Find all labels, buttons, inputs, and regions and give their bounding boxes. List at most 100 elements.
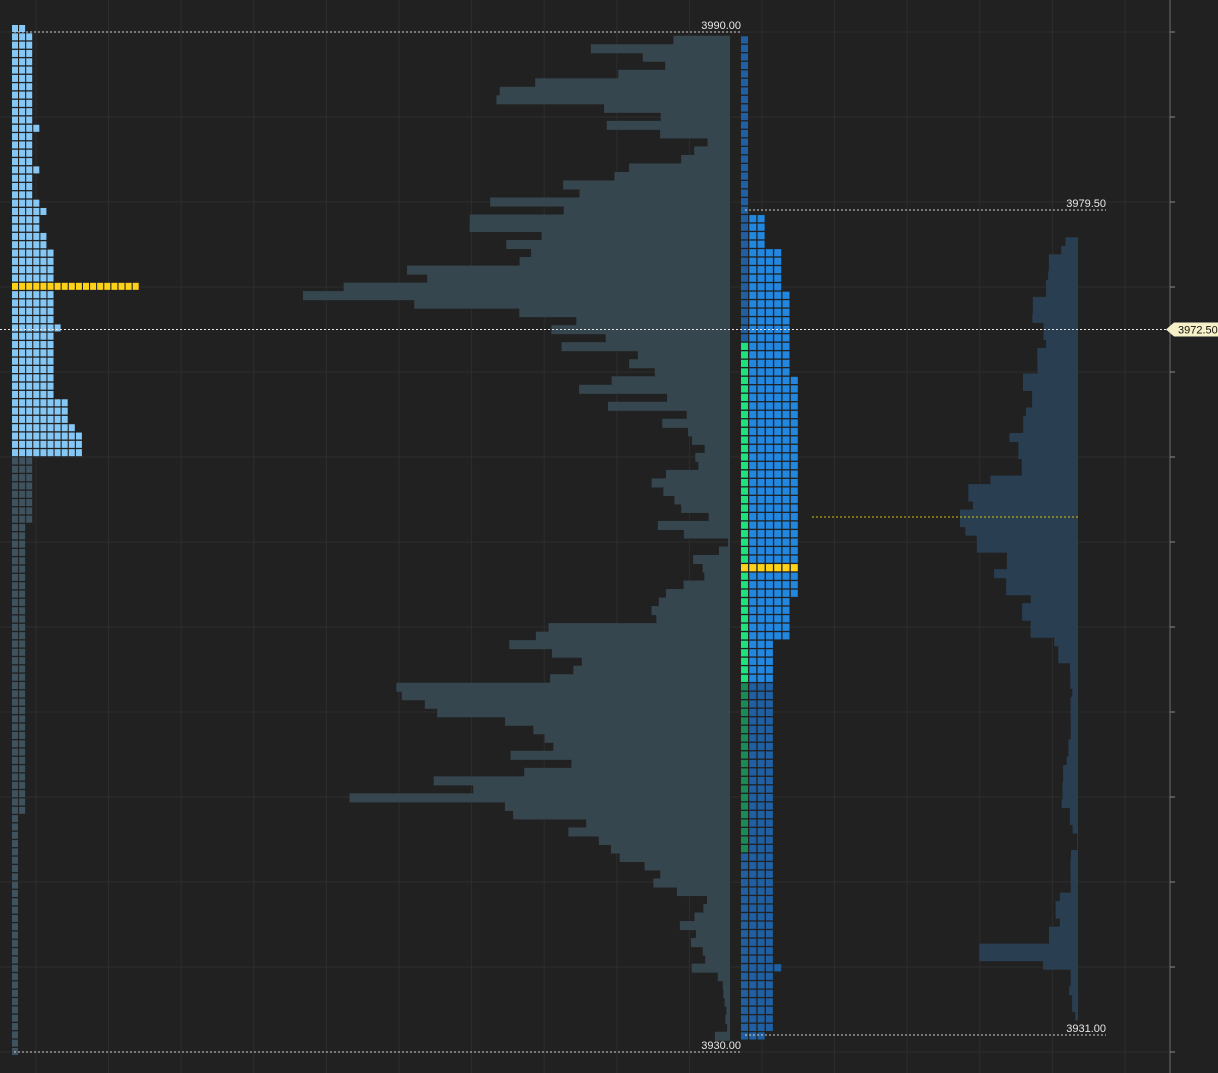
- tpo-block: [19, 615, 26, 623]
- center-tpo-block: [757, 657, 765, 665]
- center-tpo-block: [741, 896, 748, 904]
- center-tpo-block: [741, 776, 748, 785]
- delta-profile-bar: [1069, 816, 1078, 826]
- tpo-block: [19, 316, 26, 324]
- center-tpo-block: [774, 291, 782, 299]
- center-tpo-block: [782, 572, 790, 580]
- center-tpo-block: [757, 606, 765, 614]
- chart-canvas[interactable]: 3990.00 3930.00 3979.50 3931.00 3972.50: [0, 0, 1218, 1073]
- delta-profile-bar: [1022, 611, 1078, 621]
- center-tpo-block: [790, 478, 798, 487]
- center-tpo-block: [741, 78, 748, 87]
- center-tpo-block: [765, 581, 773, 589]
- center-tpo-block: [757, 487, 765, 495]
- volume-profile-bar: [657, 520, 730, 530]
- tpo-block: [33, 366, 40, 373]
- center-tpo-block: [749, 461, 757, 470]
- volume-profile-bar: [473, 784, 730, 794]
- tpo-block: [12, 33, 18, 41]
- volume-profile-bar: [396, 682, 730, 692]
- center-tpo-block: [757, 887, 765, 895]
- tpo-block: [26, 465, 33, 473]
- center-tpo-block: [749, 402, 757, 410]
- tpo-block: [19, 465, 26, 473]
- center-tpo-block: [741, 649, 748, 657]
- center-tpo-block: [790, 427, 798, 436]
- center-tpo-block: [741, 742, 748, 751]
- center-tpo-block: [782, 419, 790, 427]
- volume-profile-bar: [552, 648, 730, 658]
- center-tpo-block: [790, 521, 798, 529]
- tpo-block: [33, 299, 40, 307]
- volume-profile-bar: [519, 308, 730, 318]
- center-tpo-block: [749, 436, 757, 444]
- center-tpo-block: [749, 470, 757, 478]
- center-tpo-block: [741, 478, 748, 487]
- center-tpo-block: [757, 615, 765, 623]
- center-tpo-block: [741, 683, 748, 691]
- tpo-block: [19, 682, 26, 690]
- center-tpo-block: [741, 879, 748, 887]
- center-tpo-block: [757, 470, 765, 478]
- volume-profile-bar: [683, 529, 730, 539]
- tpo-block: [33, 274, 40, 282]
- center-tpo-block: [741, 947, 748, 955]
- tpo-block: [47, 357, 54, 365]
- center-tpo-block: [749, 308, 757, 316]
- tpo-block: [12, 906, 18, 914]
- center-tpo-block: [774, 606, 782, 614]
- center-tpo-block: [774, 547, 782, 555]
- center-tpo-block: [757, 632, 765, 640]
- volume-profile-bar: [660, 870, 730, 880]
- center-tpo-block: [765, 972, 773, 980]
- tpo-block: [19, 141, 26, 149]
- center-tpo-block: [774, 308, 782, 316]
- tpo-block: [19, 49, 26, 57]
- tpo-block: [54, 324, 61, 332]
- center-tpo-block: [741, 495, 748, 504]
- center-tpo-block: [757, 240, 765, 248]
- tpo-block: [19, 515, 26, 523]
- volume-profile-bar: [579, 384, 730, 394]
- center-tpo-block: [741, 853, 748, 861]
- center-tpo-block: [782, 342, 790, 350]
- center-tpo-block: [757, 317, 765, 325]
- center-tpo-block: [741, 487, 748, 495]
- center-tpo-block: [741, 802, 748, 810]
- price-axis[interactable]: [1169, 0, 1175, 1073]
- center-tpo-block: [741, 887, 748, 895]
- center-tpo-block: [765, 691, 773, 699]
- tpo-block: [26, 474, 33, 482]
- center-tpo-block: [757, 649, 765, 657]
- center-tpo-block: [782, 410, 790, 419]
- tpo-block: [33, 266, 40, 274]
- session-low-label: 3930.00: [701, 1040, 741, 1052]
- center-tpo-block: [741, 564, 748, 572]
- center-tpo-block: [741, 317, 748, 325]
- center-tpo-block: [774, 376, 782, 385]
- tpo-block: [12, 1039, 18, 1047]
- center-tpo-block: [749, 257, 757, 265]
- tpo-block: [12, 25, 18, 32]
- volume-profile-bar: [723, 989, 730, 999]
- tpo-block: [12, 781, 18, 789]
- center-tpo-block: [741, 921, 748, 929]
- volume-profile-bar: [674, 495, 730, 505]
- center-tpo-block: [741, 521, 748, 529]
- tpo-block: [19, 108, 26, 116]
- tpo-block: [12, 623, 18, 631]
- center-tpo-block: [741, 189, 748, 197]
- tpo-block: [12, 216, 18, 224]
- delta-profile-bar: [1070, 679, 1078, 689]
- center-tpo-block: [741, 870, 748, 878]
- center-tpo-block: [774, 351, 782, 359]
- center-tpo-block: [765, 317, 773, 325]
- center-tpo-block: [774, 317, 782, 325]
- center-tpo-block: [757, 461, 765, 470]
- center-tpo-bars: [741, 36, 798, 1040]
- volume-profile-bar: [618, 69, 730, 79]
- current-price-marker: 3972.50: [1166, 322, 1218, 337]
- delta-profile-bar: [1043, 960, 1078, 970]
- tpo-block: [26, 357, 33, 365]
- market-profile-chart[interactable]: 3990.00 3930.00 3979.50 3931.00 3972.50: [0, 0, 1218, 1073]
